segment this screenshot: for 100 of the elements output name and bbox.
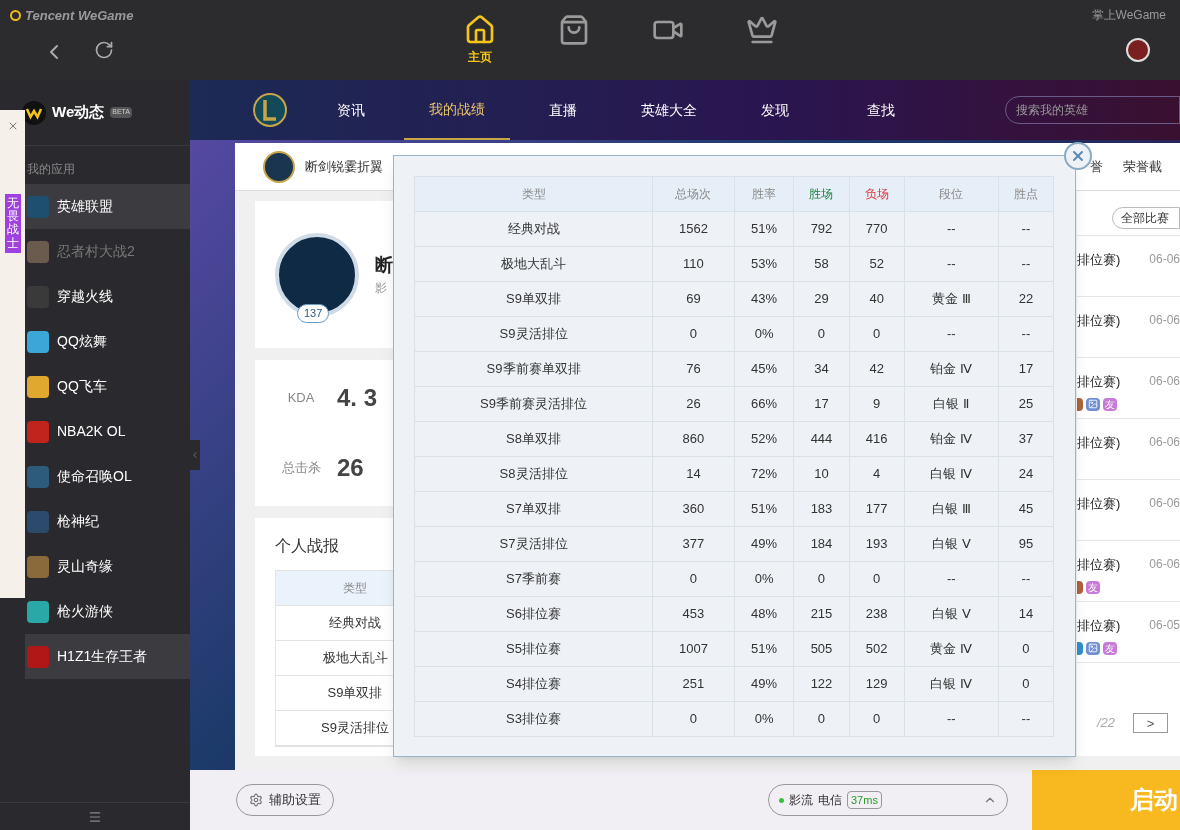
table-cell: 76 <box>652 351 735 387</box>
match-mode: 排位赛) <box>1077 617 1121 635</box>
brand-name: Tencent WeGame <box>25 7 134 25</box>
table-cell: 0 <box>793 701 850 737</box>
mobile-link[interactable]: 掌上WeGame <box>1091 6 1166 24</box>
search-field[interactable]: 搜索我的英雄 <box>1005 96 1180 124</box>
match-date: 06-06 <box>1149 251 1180 268</box>
match-row[interactable]: 排位赛) 06-06 <box>1077 236 1180 297</box>
table-cell: S5排位赛 <box>414 631 653 667</box>
game-item[interactable]: 灵山奇缘 <box>25 544 190 589</box>
game-item[interactable]: NBA2K OL <box>25 409 190 454</box>
table-cell: 22 <box>998 281 1054 317</box>
table-cell: 白银 Ⅳ <box>904 666 999 702</box>
crown-icon <box>746 14 778 46</box>
table-cell: 505 <box>793 631 850 667</box>
match-row[interactable]: 排位赛) 06-06 <box>1077 480 1180 541</box>
collapse-handle[interactable] <box>190 440 200 470</box>
match-mode: 排位赛) <box>1077 373 1121 391</box>
table-cell: 48% <box>734 596 794 632</box>
user-avatar[interactable] <box>1126 38 1150 62</box>
game-item[interactable]: QQ飞车 <box>25 364 190 409</box>
table-cell: 14 <box>998 596 1054 632</box>
table-cell: -- <box>904 316 999 352</box>
table-cell: -- <box>998 316 1054 352</box>
game-item[interactable]: 枪火游侠 <box>25 589 190 634</box>
column-header: 胜点 <box>998 176 1054 212</box>
match-row[interactable]: 排位赛) 06-06 <box>1077 297 1180 358</box>
table-cell: 白银 Ⅲ <box>904 491 999 527</box>
table-cell: -- <box>904 701 999 737</box>
table-cell: 0 <box>849 561 905 597</box>
table-cell: 51% <box>734 211 794 247</box>
match-row[interactable]: 排位赛) 06-06 <box>1077 419 1180 480</box>
match-row[interactable]: 排位赛) 06-05 友 <box>1077 602 1180 663</box>
table-cell: 0 <box>793 561 850 597</box>
table-cell: 17 <box>793 386 850 422</box>
table-cell: 193 <box>849 526 905 562</box>
friend-tag: 友 <box>1103 641 1117 655</box>
table-cell: 51% <box>734 631 794 667</box>
profile-subtitle: 影 <box>375 280 388 297</box>
table-cell: 0% <box>734 561 794 597</box>
table-cell: 45% <box>734 351 794 387</box>
refresh-icon[interactable] <box>94 39 114 60</box>
game-tab[interactable]: 我的战绩 <box>404 80 510 140</box>
table-cell: 416 <box>849 421 905 457</box>
summoner-name: 断剑锐霎折翼 <box>305 157 383 176</box>
game-item[interactable]: 使命召唤OL <box>25 454 190 499</box>
column-header: 负场 <box>849 176 905 212</box>
profile-avatar <box>263 150 295 183</box>
game-tab[interactable]: 查找 <box>828 80 934 140</box>
game-tab[interactable]: 直播 <box>510 80 616 140</box>
game-item[interactable]: 穿越火线 <box>25 274 190 319</box>
game-item[interactable]: 枪神纪 <box>25 499 190 544</box>
table-cell: 9 <box>849 386 905 422</box>
table-cell: 502 <box>849 631 905 667</box>
table-cell: 0 <box>652 701 735 737</box>
table-cell: 444 <box>793 421 850 457</box>
feed-title[interactable]: We动态 <box>52 101 105 124</box>
menu-icon[interactable] <box>88 809 102 824</box>
game-item[interactable]: 英雄联盟 <box>25 184 190 229</box>
game-item[interactable]: H1Z1生存王者 <box>25 634 190 679</box>
game-tab[interactable]: 资讯 <box>298 80 404 140</box>
table-cell: 铂金 Ⅳ <box>904 421 999 457</box>
table-cell: 24 <box>998 456 1054 492</box>
table-cell: -- <box>904 211 999 247</box>
table-cell: 110 <box>652 246 735 282</box>
table-cell: 360 <box>652 491 735 527</box>
table-cell: 白银 Ⅱ <box>904 386 999 422</box>
section-heading: 我的应用 <box>26 161 76 178</box>
game-item[interactable]: QQ炫舞 <box>25 319 190 364</box>
table-cell: 黄金 Ⅲ <box>904 281 999 317</box>
match-date: 06-05 <box>1149 617 1180 634</box>
table-cell: 0 <box>652 316 735 352</box>
column-header: 总场次 <box>652 176 735 212</box>
game-tab[interactable]: 发现 <box>722 80 828 140</box>
table-cell: 极地大乱斗 <box>414 246 653 282</box>
next-page-button[interactable]: > <box>1133 713 1169 733</box>
table-cell: S3排位赛 <box>414 701 653 737</box>
column-header: 类型 <box>414 176 653 212</box>
table-cell: 0% <box>734 701 794 737</box>
match-row[interactable]: 排位赛) 06-06 友 <box>1077 358 1180 419</box>
friend-tag: 友 <box>1103 397 1117 411</box>
table-cell: 177 <box>849 491 905 527</box>
profile-tab[interactable]: 荣誉截 <box>1123 156 1162 177</box>
nav-tab[interactable]: 主页 <box>458 14 502 66</box>
chevron-icon <box>190 450 200 460</box>
table-cell: 白银 Ⅳ <box>904 456 999 492</box>
bag-icon <box>558 14 590 46</box>
profile-tab[interactable]: 誉 <box>1090 156 1103 177</box>
game-tab[interactable]: 英雄大全 <box>616 80 722 140</box>
table-cell: 51% <box>734 491 794 527</box>
match-date: 06-06 <box>1149 556 1180 573</box>
match-row[interactable]: 排位赛) 06-06 友 <box>1077 541 1180 602</box>
table-cell: S9灵活排位 <box>414 316 653 352</box>
close-icon <box>1070 148 1086 164</box>
table-cell: 860 <box>652 421 735 457</box>
table-cell: S8单双排 <box>414 421 653 457</box>
column-header: 胜场 <box>793 176 850 212</box>
table-cell: 26 <box>652 386 735 422</box>
table-cell: S7单双排 <box>414 491 653 527</box>
table-cell: 66% <box>734 386 794 422</box>
